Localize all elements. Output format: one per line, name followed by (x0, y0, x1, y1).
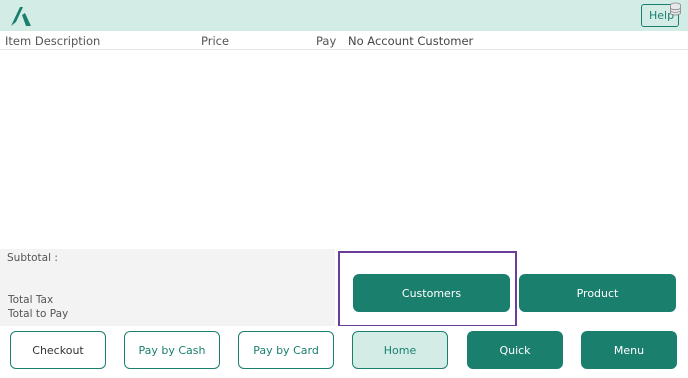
home-button[interactable]: Home (352, 331, 448, 369)
totals-panel: Subtotal : Total Tax Total to Pay (0, 249, 335, 326)
customer-name[interactable]: No Account Customer (348, 34, 473, 48)
app-logo-icon[interactable] (9, 5, 33, 27)
quick-button[interactable]: Quick (467, 331, 563, 369)
item-list[interactable] (0, 51, 688, 249)
product-button[interactable]: Product (519, 274, 676, 312)
column-header-price: Price (201, 34, 230, 48)
top-bar: Help (0, 0, 688, 31)
pay-by-cash-button[interactable]: Pay by Cash (124, 331, 220, 369)
item-table-header: Item Description Price Pay No Account Cu… (0, 31, 688, 50)
column-header-pay: Pay (316, 34, 337, 48)
total-tax-label: Total Tax (8, 294, 54, 306)
menu-button[interactable]: Menu (581, 331, 677, 369)
column-header-item-description: Item Description (5, 34, 101, 48)
pay-by-card-button[interactable]: Pay by Card (238, 331, 334, 369)
total-to-pay-label: Total to Pay (8, 308, 69, 320)
subtotal-label: Subtotal : (7, 252, 58, 264)
checkout-button[interactable]: Checkout (10, 331, 106, 369)
coin-stack-icon[interactable] (668, 2, 683, 17)
customers-button[interactable]: Customers (353, 274, 510, 312)
